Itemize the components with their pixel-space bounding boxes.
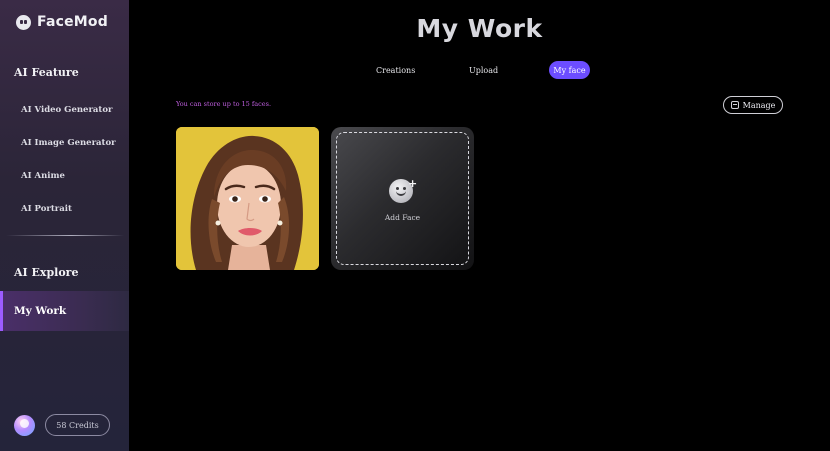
plus-icon: +	[408, 177, 418, 190]
sidebar-item-ai-portrait[interactable]: AI Portrait	[21, 204, 72, 214]
sidebar-item-ai-image-generator[interactable]: AI Image Generator	[21, 138, 116, 148]
tab-creations[interactable]: Creations	[376, 66, 415, 75]
app-name: FaceMod	[37, 14, 108, 30]
manage-label: Manage	[742, 100, 776, 110]
tab-my-face[interactable]: My face	[549, 61, 590, 79]
logo-icon	[16, 14, 31, 30]
add-face-label: Add Face	[384, 213, 421, 222]
add-face-card[interactable]: + Add Face	[331, 127, 474, 270]
manage-icon	[730, 101, 739, 109]
section-ai-explore[interactable]: AI Explore	[14, 266, 78, 279]
credits-button[interactable]: 58 Credits	[45, 414, 110, 436]
sidebar-item-ai-anime[interactable]: AI Anime	[21, 171, 65, 181]
face-card[interactable]	[176, 127, 319, 270]
face-photo	[176, 127, 319, 270]
tab-upload[interactable]: Upload	[469, 66, 498, 75]
sidebar-item-my-work[interactable]: My Work	[0, 291, 129, 331]
sidebar: FaceMod AI Feature AI Video Generator AI…	[0, 0, 129, 451]
section-ai-feature[interactable]: AI Feature	[14, 66, 79, 79]
sidebar-item-ai-video-generator[interactable]: AI Video Generator	[21, 105, 113, 115]
sidebar-divider	[6, 235, 124, 236]
storage-hint: You can store up to 15 faces.	[176, 100, 272, 108]
page-title: My Work	[416, 14, 543, 43]
sidebar-item-my-work-label: My Work	[14, 305, 67, 317]
manage-button[interactable]: Manage	[723, 96, 783, 114]
avatar[interactable]	[14, 415, 35, 436]
logo[interactable]: FaceMod	[16, 14, 108, 30]
